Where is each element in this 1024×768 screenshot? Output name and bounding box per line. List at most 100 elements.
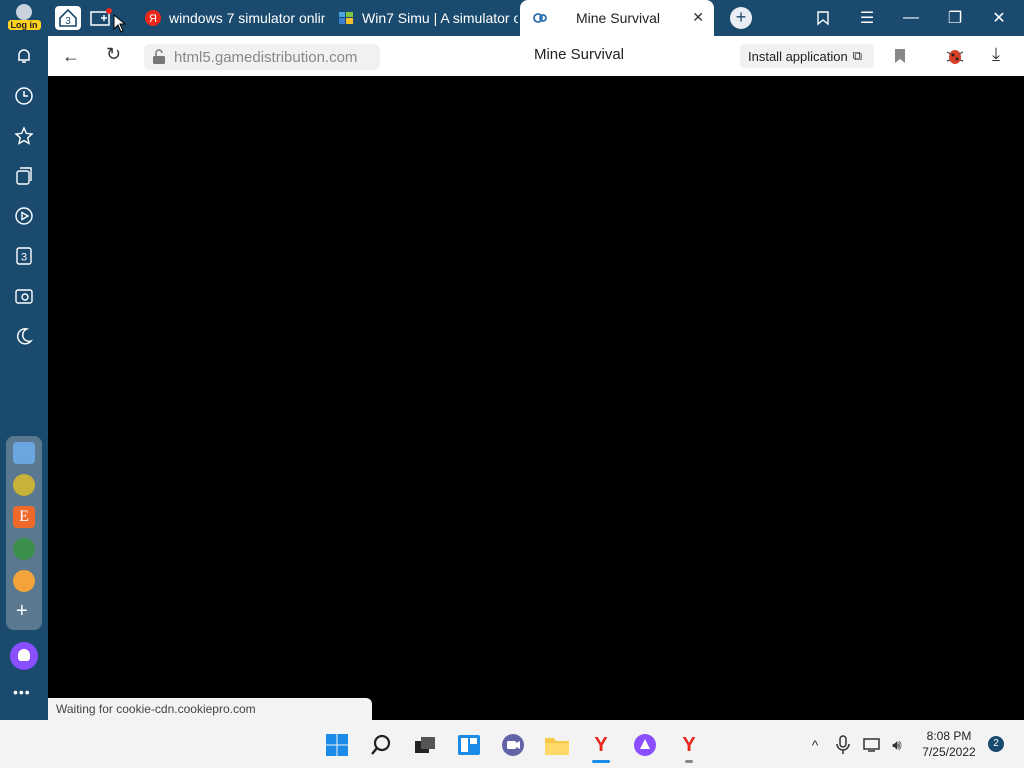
mail-app-icon[interactable] xyxy=(13,570,35,592)
yandex-icon: Y xyxy=(682,733,696,756)
close-icon: ✕ xyxy=(992,10,1006,27)
night-mode-button[interactable] xyxy=(12,324,36,348)
yandex-browser-taskbar[interactable]: Y xyxy=(588,732,614,763)
screenshot-button[interactable] xyxy=(12,284,36,308)
tabs-counter-icon: 3 xyxy=(16,247,32,265)
clock-time: 8:08 PM xyxy=(926,729,972,743)
yandex-taskbar-2[interactable]: Y xyxy=(676,732,702,763)
alice-taskbar[interactable] xyxy=(632,732,658,758)
login-label: Log in xyxy=(7,20,41,30)
address-bar: ← ↻ html5.gamedistribution.com Mine Surv… xyxy=(48,36,1024,76)
bell-icon xyxy=(18,49,30,63)
login-button[interactable]: Log in xyxy=(0,0,48,36)
hamburger-icon: ☰ xyxy=(859,10,875,27)
tabs-counter-button[interactable]: 3 xyxy=(12,244,36,268)
tab-strip: Log in 3 Я windows 7 simulator onlin Win… xyxy=(0,0,1024,36)
home-tabs-button[interactable]: 3 xyxy=(53,5,83,31)
url-field[interactable]: html5.gamedistribution.com xyxy=(144,44,380,70)
video-button[interactable] xyxy=(12,204,36,228)
yandex-icon: Я xyxy=(145,10,161,26)
url-text: html5.gamedistribution.com xyxy=(174,48,358,66)
history-icon xyxy=(15,87,33,105)
tab-windows7-simulator[interactable]: Я windows 7 simulator onlin xyxy=(145,0,325,36)
widgets-button[interactable] xyxy=(456,732,482,758)
svg-text:3: 3 xyxy=(65,16,71,27)
tab-title: windows 7 simulator onlin xyxy=(169,10,325,26)
game-viewport[interactable] xyxy=(48,76,1024,720)
add-app-icon[interactable]: + xyxy=(16,600,28,623)
teams-chat-button[interactable] xyxy=(500,732,526,758)
alice-icon xyxy=(634,734,656,756)
user-avatar-icon xyxy=(16,4,32,20)
windows-flag-icon xyxy=(339,12,353,24)
history-button[interactable] xyxy=(12,84,36,108)
folder-tab-icon xyxy=(90,8,112,26)
back-icon[interactable]: ← xyxy=(62,46,80,67)
install-application-button[interactable]: Install application ⧉ xyxy=(740,44,874,68)
restore-button[interactable]: ❐ xyxy=(934,0,976,36)
bookmarks-panel-button[interactable] xyxy=(802,0,844,36)
task-view-button[interactable] xyxy=(412,732,438,758)
folder-icon xyxy=(545,738,569,755)
more-options-icon[interactable]: ••• xyxy=(13,684,31,700)
minimize-icon: — xyxy=(903,9,919,26)
menu-button[interactable]: ☰ xyxy=(846,0,888,36)
taskbar: Y Y ^ 🔊︎ 8:08 PM 7/25/2022 2 xyxy=(0,720,1024,768)
downloads-icon[interactable]: ⤓ xyxy=(992,44,1000,65)
collections-icon xyxy=(16,167,32,185)
tab-win7-simu[interactable]: Win7 Simu | A simulator o xyxy=(338,0,518,36)
mouse-cursor-icon xyxy=(113,14,127,33)
system-clock[interactable]: 8:08 PM 7/25/2022 xyxy=(916,728,982,760)
microphone-icon[interactable] xyxy=(830,732,856,758)
bookmark-icon[interactable] xyxy=(894,48,906,64)
volume-icon[interactable]: 🔊︎ xyxy=(884,732,910,758)
alice-assistant-icon[interactable] xyxy=(10,642,38,670)
clock-date: 7/25/2022 xyxy=(922,745,976,759)
search-button[interactable] xyxy=(368,732,394,758)
globe-app-icon[interactable] xyxy=(13,538,35,560)
sidebar: 3 E + ••• xyxy=(0,36,48,720)
close-window-button[interactable]: ✕ xyxy=(978,0,1020,36)
restore-icon: ❐ xyxy=(947,10,963,27)
page-title: Mine Survival xyxy=(533,46,625,63)
install-label: Install application xyxy=(748,48,848,64)
lock-icon xyxy=(153,49,165,64)
close-tab-icon[interactable]: ✕ xyxy=(692,9,704,26)
windows-start-icon xyxy=(326,734,348,756)
tab-mine-survival[interactable]: Mine Survival ✕ xyxy=(520,0,714,36)
tab-title: Mine Survival xyxy=(576,10,661,26)
start-button[interactable] xyxy=(324,732,350,758)
gamedistribution-icon xyxy=(533,13,547,23)
computer-app-icon[interactable] xyxy=(13,442,35,464)
collections-button[interactable] xyxy=(12,164,36,188)
chat-icon xyxy=(502,734,524,756)
pinned-apps-panel: E + xyxy=(6,436,42,630)
extension-bug-icon[interactable] xyxy=(944,46,966,66)
search-icon xyxy=(371,734,391,755)
status-bar: Waiting for cookie-cdn.cookiepro.com xyxy=(48,698,372,720)
file-explorer-button[interactable] xyxy=(544,732,570,758)
tab-title: Win7 Simu | A simulator o xyxy=(362,10,518,26)
network-icon[interactable] xyxy=(860,732,886,758)
bookmark-stack-icon xyxy=(817,11,829,26)
notification-badge[interactable]: 2 xyxy=(988,736,1004,752)
install-icon: ⧉ xyxy=(852,48,863,63)
moon-icon xyxy=(17,328,34,345)
sun-app-icon[interactable] xyxy=(13,474,35,496)
video-icon xyxy=(15,207,33,225)
notifications-button[interactable] xyxy=(12,44,36,68)
reload-icon[interactable]: ↻ xyxy=(106,44,121,65)
yandex-browser-icon: Y xyxy=(594,733,608,756)
minimize-button[interactable]: — xyxy=(890,0,932,36)
tab-groups-button[interactable] xyxy=(86,5,116,31)
e-app-icon[interactable]: E xyxy=(13,506,35,528)
task-view-icon xyxy=(415,737,435,753)
svg-text:Я: Я xyxy=(149,13,157,25)
home-icon: 3 xyxy=(55,6,81,30)
screenshot-icon xyxy=(15,289,33,304)
tray-overflow-icon[interactable]: ^ xyxy=(802,732,828,758)
svg-text:3: 3 xyxy=(21,252,27,264)
star-icon xyxy=(14,126,34,145)
favorites-button[interactable] xyxy=(12,124,36,148)
new-tab-button[interactable]: + xyxy=(730,7,752,29)
